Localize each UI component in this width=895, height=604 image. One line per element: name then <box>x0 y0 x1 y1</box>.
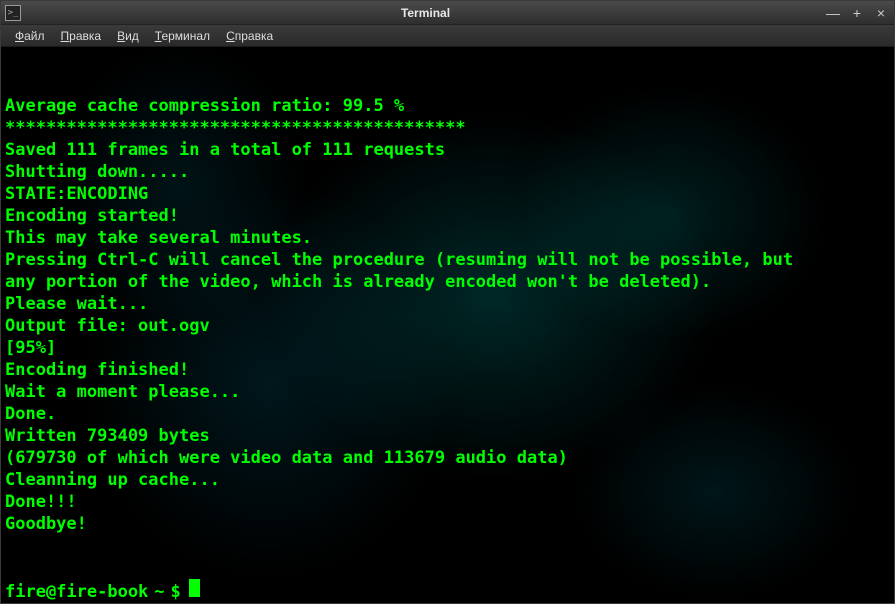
output-line: Average cache compression ratio: 99.5 % <box>5 95 890 117</box>
output-line: Done!!! <box>5 491 890 513</box>
window-controls: — + × <box>824 5 890 21</box>
menu-underline: В <box>117 29 125 43</box>
menu-file[interactable]: Файл <box>9 27 51 45</box>
terminal-viewport[interactable]: Average cache compression ratio: 99.5 %*… <box>1 47 894 603</box>
output-line: Shutting down..... <box>5 161 890 183</box>
menu-underline: Ф <box>15 29 24 43</box>
window-title: Terminal <box>27 6 824 20</box>
menu-view[interactable]: Вид <box>111 27 145 45</box>
output-line: Goodbye! <box>5 513 890 535</box>
output-line: Saved 111 frames in a total of 111 reque… <box>5 139 890 161</box>
menu-text: равка <box>69 29 101 43</box>
menubar: Файл Правка Вид Терминал Справка <box>1 25 894 47</box>
titlebar[interactable]: >_ Terminal — + × <box>1 1 894 25</box>
prompt-line: fire@fire-book ~ $ <box>5 579 890 603</box>
output-line: Encoding finished! <box>5 359 890 381</box>
menu-edit[interactable]: Правка <box>55 27 108 45</box>
menu-underline: П <box>61 29 70 43</box>
output-line: Please wait... <box>5 293 890 315</box>
menu-terminal[interactable]: Терминал <box>149 27 216 45</box>
output-line: Pressing Ctrl-C will cancel the procedur… <box>5 249 890 271</box>
minimize-button[interactable]: — <box>824 5 842 21</box>
output-line: Written 793409 bytes <box>5 425 890 447</box>
output-line: ****************************************… <box>5 117 890 139</box>
terminal-window: >_ Terminal — + × Файл Правка Вид Термин… <box>0 0 895 604</box>
output-line: STATE:ENCODING <box>5 183 890 205</box>
menu-text: айл <box>24 29 44 43</box>
prompt-path: ~ <box>154 581 164 603</box>
menu-underline: С <box>226 29 235 43</box>
close-button[interactable]: × <box>872 5 890 21</box>
maximize-button[interactable]: + <box>848 5 866 21</box>
menu-help[interactable]: Справка <box>220 27 279 45</box>
output-line: Cleanning up cache... <box>5 469 890 491</box>
cursor <box>189 579 200 597</box>
output-line: [95%] <box>5 337 890 359</box>
menu-text: ид <box>125 29 139 43</box>
output-line: Wait a moment please... <box>5 381 890 403</box>
prompt-user-host: fire@fire-book <box>5 581 148 603</box>
app-icon: >_ <box>5 5 21 21</box>
menu-text: ерминал <box>161 29 210 43</box>
output-line: Output file: out.ogv <box>5 315 890 337</box>
output-line: Done. <box>5 403 890 425</box>
output-line: (679730 of which were video data and 113… <box>5 447 890 469</box>
output-line: Encoding started! <box>5 205 890 227</box>
menu-text: правка <box>235 29 273 43</box>
output-line: any portion of the video, which is alrea… <box>5 271 890 293</box>
terminal-output: Average cache compression ratio: 99.5 %*… <box>5 95 890 535</box>
output-line: This may take several minutes. <box>5 227 890 249</box>
prompt-symbol: $ <box>171 581 181 603</box>
